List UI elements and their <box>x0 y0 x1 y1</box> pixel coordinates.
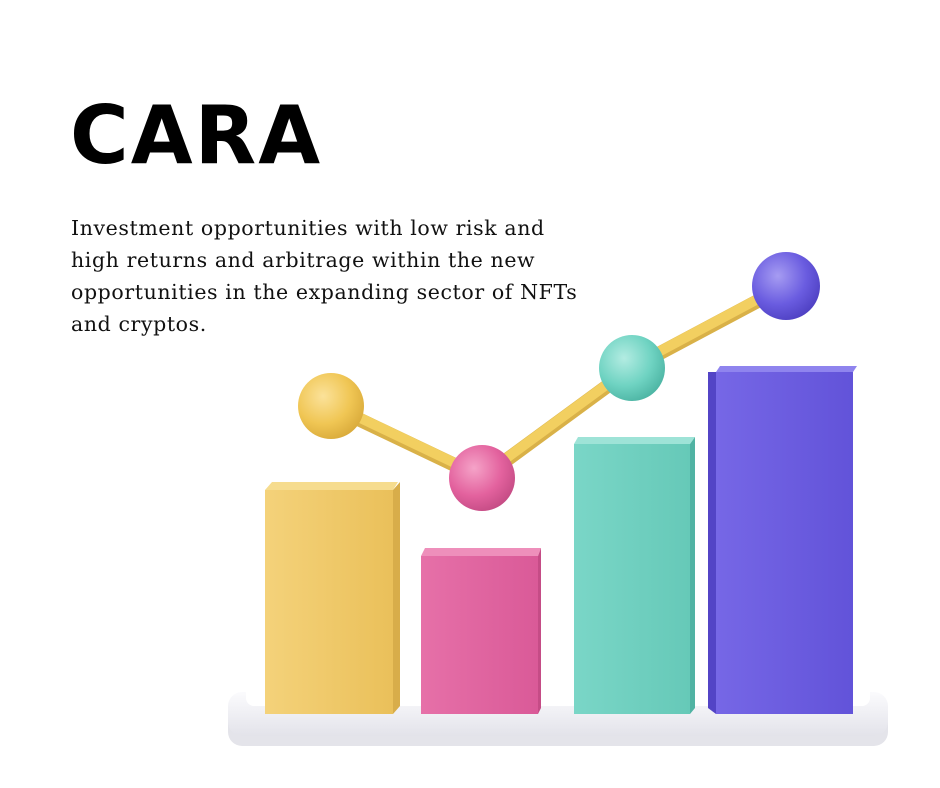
purple-point-sphere <box>752 252 820 320</box>
teal-point-sphere <box>599 335 665 401</box>
yellow-bar <box>265 482 400 714</box>
teal-bar <box>574 437 695 714</box>
growth-chart-illustration <box>228 252 888 746</box>
pink-point-sphere <box>449 445 515 511</box>
pink-bar <box>421 548 541 714</box>
yellow-point-sphere <box>298 373 364 439</box>
purple-bar <box>708 366 857 714</box>
